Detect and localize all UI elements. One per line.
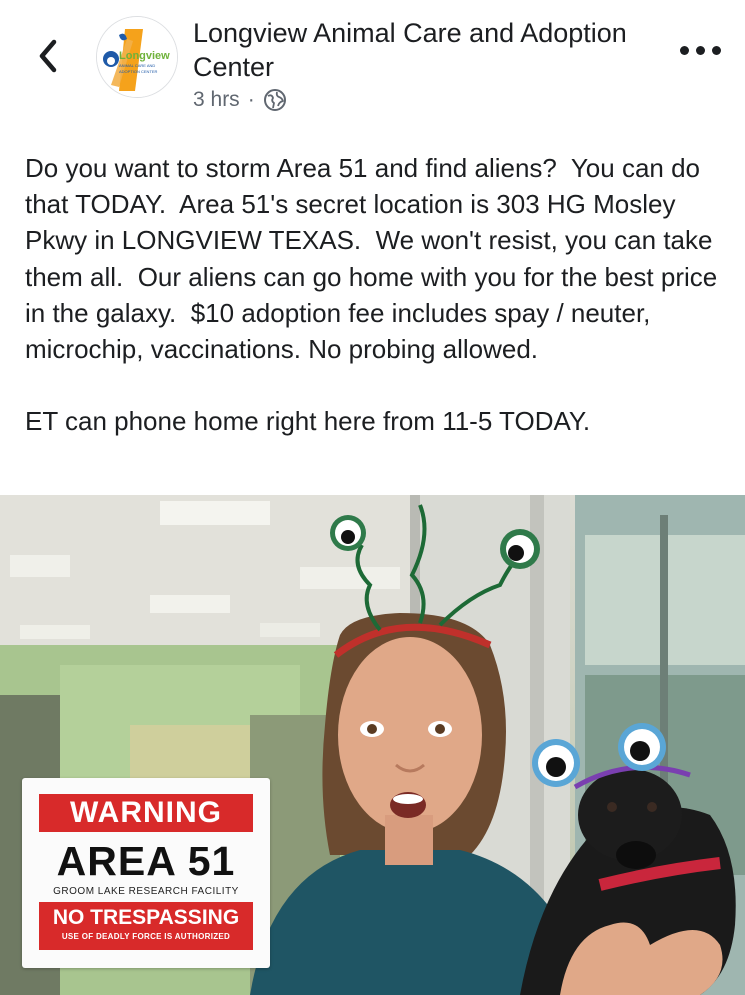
post-photo[interactable]: WARNING AREA 51 GROOM LAKE RESEARCH FACI… xyxy=(0,495,745,995)
shelter-logo: Longview ANIMAL CARE AND ADOPTION CENTER xyxy=(97,17,177,97)
more-dots-icon xyxy=(680,45,689,55)
more-options-button[interactable] xyxy=(680,40,726,60)
sign-warning: WARNING xyxy=(39,794,253,832)
logo-text: Longview xyxy=(119,50,170,62)
more-dots-icon xyxy=(696,45,705,55)
sign-no-trespassing: NO TRESPASSING xyxy=(52,906,240,929)
sign-area: AREA 51 xyxy=(56,838,236,884)
post-timestamp[interactable]: 3 hrs xyxy=(193,88,240,112)
logo-subtext-2: ADOPTION CENTER xyxy=(119,69,158,74)
back-button[interactable] xyxy=(30,36,70,76)
chevron-left-icon xyxy=(39,39,57,73)
post-paragraph-2: ET can phone home right here from 11-5 T… xyxy=(25,406,591,437)
post-text: Do you want to storm Area 51 and find al… xyxy=(25,150,730,440)
more-dots-icon xyxy=(712,45,721,55)
post-meta: 3 hrs · xyxy=(193,88,287,112)
globe-icon[interactable] xyxy=(263,88,287,112)
sign-no-trespassing-panel: NO TRESPASSING USE OF DEADLY FORCE IS AU… xyxy=(39,902,253,950)
post-header: Longview ANIMAL CARE AND ADOPTION CENTER… xyxy=(0,0,745,130)
sign-deadly-force: USE OF DEADLY FORCE IS AUTHORIZED xyxy=(61,932,231,941)
page-avatar[interactable]: Longview ANIMAL CARE AND ADOPTION CENTER xyxy=(96,16,178,98)
logo-subtext: ANIMAL CARE AND xyxy=(119,63,155,68)
page-name-link[interactable]: Longview Animal Care and Adoption Center xyxy=(193,16,633,84)
sign-facility: GROOM LAKE RESEARCH FACILITY xyxy=(53,886,239,897)
meta-separator: · xyxy=(247,88,255,111)
area51-sign: WARNING AREA 51 GROOM LAKE RESEARCH FACI… xyxy=(22,778,270,968)
post-paragraph-1: Do you want to storm Area 51 and find al… xyxy=(25,153,725,365)
